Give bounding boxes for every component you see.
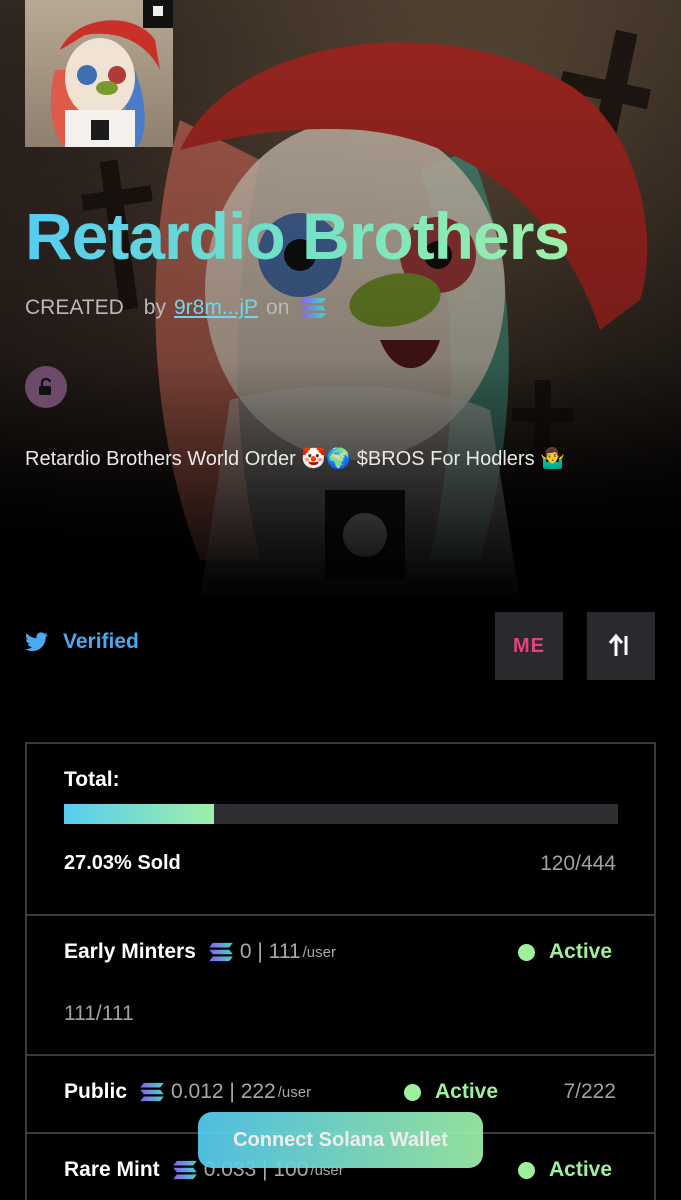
phase-name: Rare Mint (64, 1158, 160, 1181)
phase-early-minters: Early Minters 0 | 111 /user Active 111/1… (27, 916, 654, 1056)
collection-avatar (25, 0, 173, 147)
solana-icon (140, 1082, 164, 1102)
lock-open-icon (39, 377, 52, 395)
status-badge: Active (518, 1158, 612, 1182)
lock-open-button[interactable] (25, 366, 67, 408)
twitter-icon (25, 632, 48, 652)
creator-link[interactable]: 9r8m...jP (174, 296, 258, 320)
status-label: Active (435, 1080, 499, 1103)
phase-count: 7/222 (563, 1080, 616, 1103)
total-section: Total: 27.03% Sold 120/444 (27, 744, 654, 916)
creator-row: CREATED by 9r8m...jP on (25, 296, 327, 320)
mint-progress-fill (64, 804, 214, 824)
status-badge: Active (518, 940, 612, 964)
magic-eden-icon: ME (513, 634, 545, 657)
status-badge: Active (404, 1080, 498, 1104)
status-dot-icon (518, 1161, 535, 1179)
sold-count: 120/444 (540, 852, 616, 875)
solana-icon (209, 942, 233, 962)
on-label: on (266, 296, 290, 319)
phase-per-user: /user (302, 943, 336, 961)
status-label: Active (549, 1158, 613, 1181)
sold-percent: 27.03% Sold (64, 852, 181, 874)
mint-progress-bar (64, 804, 618, 824)
swap-arrows-icon (608, 633, 628, 656)
phase-count: 111/111 (64, 1002, 134, 1025)
collection-description: Retardio Brothers World Order 🤡🌍 $BROS F… (25, 448, 566, 470)
twitter-verified[interactable]: Verified (25, 630, 139, 654)
solana-icon (172, 1160, 197, 1180)
connect-wallet-button[interactable]: Connect Solana Wallet (198, 1112, 483, 1168)
phase-info: Public 0.012 | 222 /user (64, 1080, 311, 1104)
phase-per-user: /user (277, 1083, 312, 1101)
magic-eden-button[interactable]: ME (495, 612, 563, 680)
solana-icon (300, 298, 327, 318)
phase-info: Early Minters 0 | 111 /user (64, 940, 336, 964)
by-label: by (143, 296, 166, 319)
status-dot-icon (518, 943, 535, 961)
verified-label: Verified (63, 630, 139, 653)
collection-title: Retardio Brothers (25, 199, 570, 273)
phase-price: 0.012 | 222 (171, 1080, 276, 1103)
status-label: Active (549, 940, 613, 963)
phase-name: Early Minters (64, 940, 196, 963)
phase-name: Public (64, 1080, 128, 1103)
total-label: Total: (64, 768, 120, 791)
swap-button[interactable] (587, 612, 655, 680)
phase-price: 0 | 111 (239, 940, 301, 963)
collection-status: CREATED (25, 296, 124, 319)
status-dot-icon (404, 1083, 421, 1101)
